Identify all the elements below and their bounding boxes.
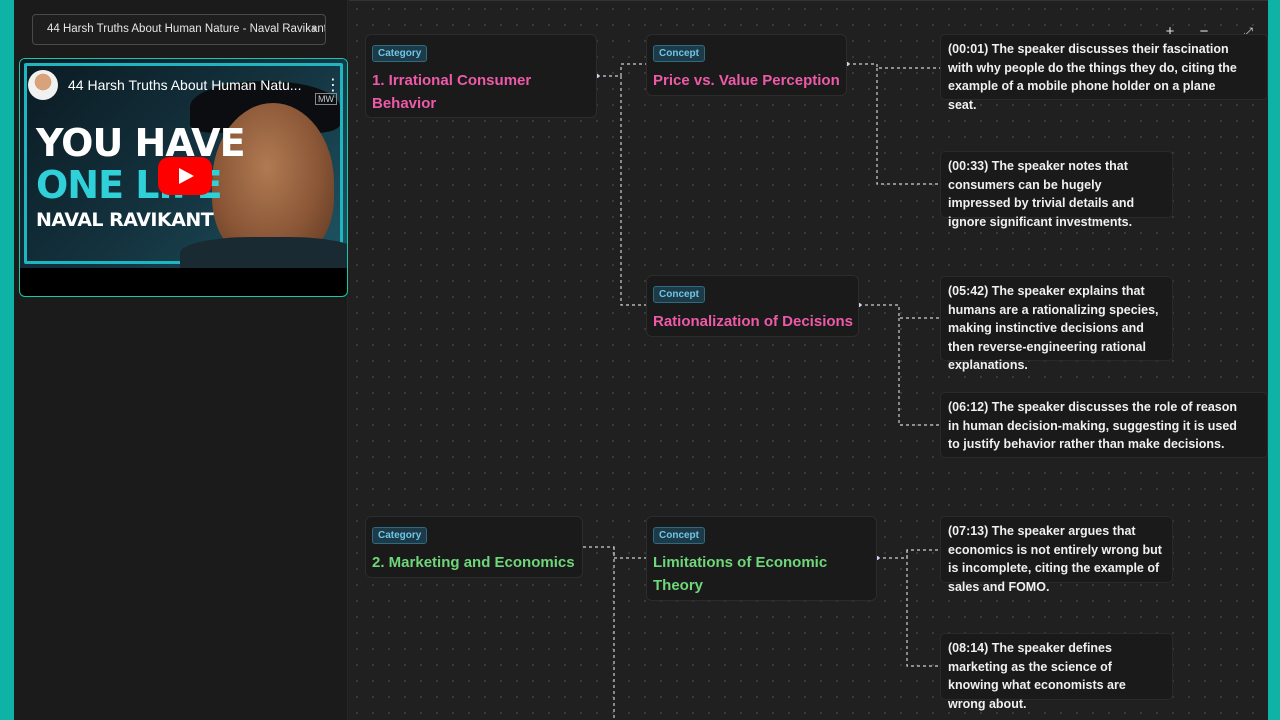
concept-node-rationalization[interactable]: Concept Rationalization of Decisions [646, 275, 859, 337]
more-vert-icon[interactable]: ⋮ [325, 75, 341, 95]
video-player[interactable]: YOU HAVE ONE LIFE NAVAL RAVIKANT MW 44 H… [19, 58, 348, 297]
concept-tag: Concept [653, 45, 705, 62]
link-con1-note1 [847, 63, 955, 69]
concept-title: Limitations of Economic Theory [653, 554, 828, 594]
thumbnail-text-line1: YOU HAVE [36, 121, 246, 165]
link-cat1-con1 [597, 63, 646, 77]
category-title: 2. Marketing and Economics [372, 554, 575, 571]
note-node[interactable]: (00:01) The speaker discusses their fasc… [940, 34, 1268, 112]
category-tag: Category [372, 45, 428, 62]
concept-title: Rationalization of Decisions [653, 313, 854, 330]
sidebar: 44 Harsh Truths About Human Nature - Nav… [14, 0, 348, 720]
thumbnail-shirt [180, 237, 347, 268]
mindmap-canvas[interactable]: + − ⤢ Category 1. Irrational Consumer Be… [349, 0, 1268, 720]
concept-node-price[interactable]: Concept Price vs. Value Perception [646, 34, 847, 96]
category-title: 1. Irrational Consumer Behavior [372, 72, 532, 112]
note-node[interactable]: (05:42) The speaker explains that humans… [940, 276, 1173, 372]
note-node[interactable]: (07:13) The speaker argues that economic… [940, 516, 1173, 594]
thumbnail-text-line3: NAVAL RAVIKANT [36, 209, 214, 231]
video-title[interactable]: 44 Harsh Truths About Human Natu... [68, 77, 325, 93]
video-select[interactable]: 44 Harsh Truths About Human Nature - Nav… [32, 14, 326, 45]
concept-tag: Concept [653, 286, 705, 303]
channel-avatar[interactable] [28, 70, 58, 100]
note-node[interactable]: (08:14) The speaker defines marketing as… [940, 633, 1173, 711]
note-node[interactable]: (06:12) The speaker discusses the role o… [940, 392, 1268, 458]
concept-node-economic-theory[interactable]: Concept Limitations of Economic Theory [646, 516, 877, 601]
category-node-2[interactable]: Category 2. Marketing and Economics [365, 516, 583, 578]
category-node-1[interactable]: Category 1. Irrational Consumer Behavior [365, 34, 597, 118]
link-cat1-con2 [620, 76, 646, 306]
chevron-down-icon: ▾ [311, 24, 317, 35]
play-icon[interactable] [158, 157, 212, 195]
video-select-value: 44 Harsh Truths About Human Nature - Nav… [47, 23, 326, 35]
player-header: 44 Harsh Truths About Human Natu... ⋮ [28, 69, 341, 101]
concept-title: Price vs. Value Perception [653, 72, 840, 89]
note-node[interactable]: (00:33) The speaker notes that consumers… [940, 151, 1173, 229]
category-tag: Category [372, 527, 428, 544]
app-window: 44 Harsh Truths About Human Nature - Nav… [14, 0, 1268, 720]
concept-tag: Concept [653, 527, 705, 544]
